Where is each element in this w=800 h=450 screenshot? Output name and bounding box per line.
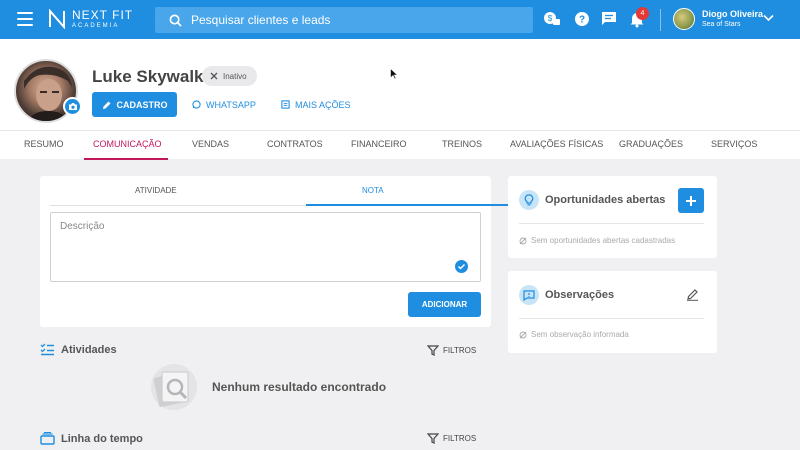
- opportunities-divider: [519, 223, 704, 224]
- tab-treinos[interactable]: TREINOS: [442, 139, 482, 149]
- active-tab-indicator: [84, 158, 168, 160]
- activities-header: Atividades: [40, 343, 117, 356]
- tab-resumo[interactable]: RESUMO: [24, 139, 64, 149]
- top-divider: [660, 9, 661, 31]
- logo[interactable]: NEXT FIT ACADEMIA: [48, 9, 133, 29]
- search-icon: [169, 14, 182, 27]
- chevron-down-icon[interactable]: [763, 14, 774, 22]
- tab-avaliacoes[interactable]: AVALIAÇÕES FÍSICAS: [510, 139, 603, 149]
- tab-graduacoes[interactable]: GRADUAÇÕES: [619, 139, 683, 149]
- svg-text:?: ?: [579, 15, 585, 26]
- logo-icon: [49, 9, 65, 29]
- profile-name: Luke Skywalker: [92, 67, 220, 86]
- activities-title: Atividades: [61, 343, 117, 356]
- menu-icon[interactable]: [17, 12, 33, 26]
- checklist-icon: [40, 343, 54, 356]
- profile-tabs: RESUMO COMUNICAÇÃO VENDAS CONTRATOS FINA…: [0, 130, 800, 160]
- cadastro-button[interactable]: CADASTRO: [92, 92, 177, 117]
- money-chat-icon[interactable]: $: [543, 10, 561, 28]
- logo-title: NEXT FIT: [72, 8, 134, 22]
- tab-atividade[interactable]: ATIVIDADE: [135, 186, 177, 195]
- empty-set-icon: [519, 237, 527, 244]
- tab-financeiro[interactable]: FINANCEIRO: [351, 139, 407, 149]
- profile-header: Luke Skywalker Inativo CADASTRO WHATSAPP…: [0, 39, 800, 160]
- more-actions-label: MAIS AÇÕES: [295, 99, 351, 110]
- edit-icon: [102, 101, 110, 109]
- notification-badge: 4: [636, 7, 649, 20]
- lightbulb-icon: [519, 190, 539, 210]
- message-icon[interactable]: [600, 10, 618, 28]
- plus-icon: [686, 195, 696, 206]
- status-label: Inativo: [223, 71, 247, 81]
- filter-icon: [427, 433, 439, 444]
- activities-filter-label: FILTROS: [443, 346, 477, 355]
- close-icon: [210, 72, 218, 80]
- opportunities-title: Oportunidades abertas: [545, 194, 666, 206]
- observations-card: Observações Sem observação informada: [508, 271, 717, 353]
- tab-contratos[interactable]: CONTRATOS: [267, 139, 323, 149]
- add-button[interactable]: ADICIONAR: [408, 292, 481, 317]
- timeline-filter-label: FILTROS: [443, 434, 477, 443]
- whatsapp-button[interactable]: WHATSAPP: [192, 92, 256, 117]
- timeline-icon: [40, 432, 55, 445]
- whatsapp-label: WHATSAPP: [206, 99, 256, 110]
- tab-vendas[interactable]: VENDAS: [192, 139, 229, 149]
- observation-icon: [519, 285, 539, 305]
- cadastro-label: CADASTRO: [116, 99, 168, 110]
- search-bar: [155, 7, 533, 33]
- list-icon: [281, 100, 290, 109]
- mouse-cursor-icon: [390, 68, 398, 80]
- logo-subtitle: ACADEMIA: [72, 23, 120, 29]
- description-field[interactable]: [50, 212, 481, 282]
- check-icon: [455, 260, 468, 273]
- svg-text:$: $: [548, 14, 553, 23]
- empty-search-icon: [151, 364, 197, 410]
- camera-icon[interactable]: [63, 97, 82, 116]
- top-bar: NEXT FIT ACADEMIA $ ? 4 Diogo Oliveira S…: [0, 0, 800, 39]
- observations-empty: Sem observação informada: [519, 330, 629, 339]
- tab-nota[interactable]: NOTA: [362, 186, 384, 195]
- user-name: Diogo Oliveira: [702, 9, 764, 19]
- empty-set-icon: [519, 331, 527, 338]
- search-input[interactable]: [191, 13, 511, 27]
- tab-servicos[interactable]: SERVIÇOS: [711, 139, 757, 149]
- whatsapp-icon: [192, 100, 201, 109]
- observations-title: Observações: [545, 289, 615, 301]
- opportunities-card: Oportunidades abertas Sem oportunidades …: [508, 176, 717, 258]
- help-icon[interactable]: ?: [573, 10, 591, 28]
- status-badge: Inativo: [202, 66, 257, 86]
- observations-empty-text: Sem observação informada: [531, 330, 629, 339]
- tab-comunicacao[interactable]: COMUNICAÇÃO: [93, 139, 162, 149]
- user-avatar[interactable]: [673, 8, 695, 30]
- opportunities-empty: Sem oportunidades abertas cadastradas: [519, 236, 675, 245]
- observations-divider: [519, 318, 704, 319]
- note-card: ATIVIDADE NOTA ADICIONAR: [40, 176, 521, 327]
- edit-icon[interactable]: [686, 288, 699, 301]
- timeline-header: Linha do tempo: [40, 432, 143, 445]
- more-actions-button[interactable]: MAIS AÇÕES: [281, 92, 351, 117]
- opportunities-empty-text: Sem oportunidades abertas cadastradas: [531, 236, 676, 245]
- timeline-title: Linha do tempo: [61, 432, 143, 445]
- timeline-filter-button[interactable]: FILTROS: [427, 433, 476, 444]
- filter-icon: [427, 345, 439, 356]
- activities-filter-button[interactable]: FILTROS: [427, 345, 476, 356]
- add-opportunity-button[interactable]: [678, 188, 704, 213]
- note-tab-indicator: [306, 204, 521, 206]
- user-subtitle: Sea of Stars: [702, 21, 741, 28]
- user-info[interactable]: Diogo Oliveira Sea of Stars: [702, 9, 764, 29]
- activities-empty-text: Nenhum resultado encontrado: [212, 380, 387, 394]
